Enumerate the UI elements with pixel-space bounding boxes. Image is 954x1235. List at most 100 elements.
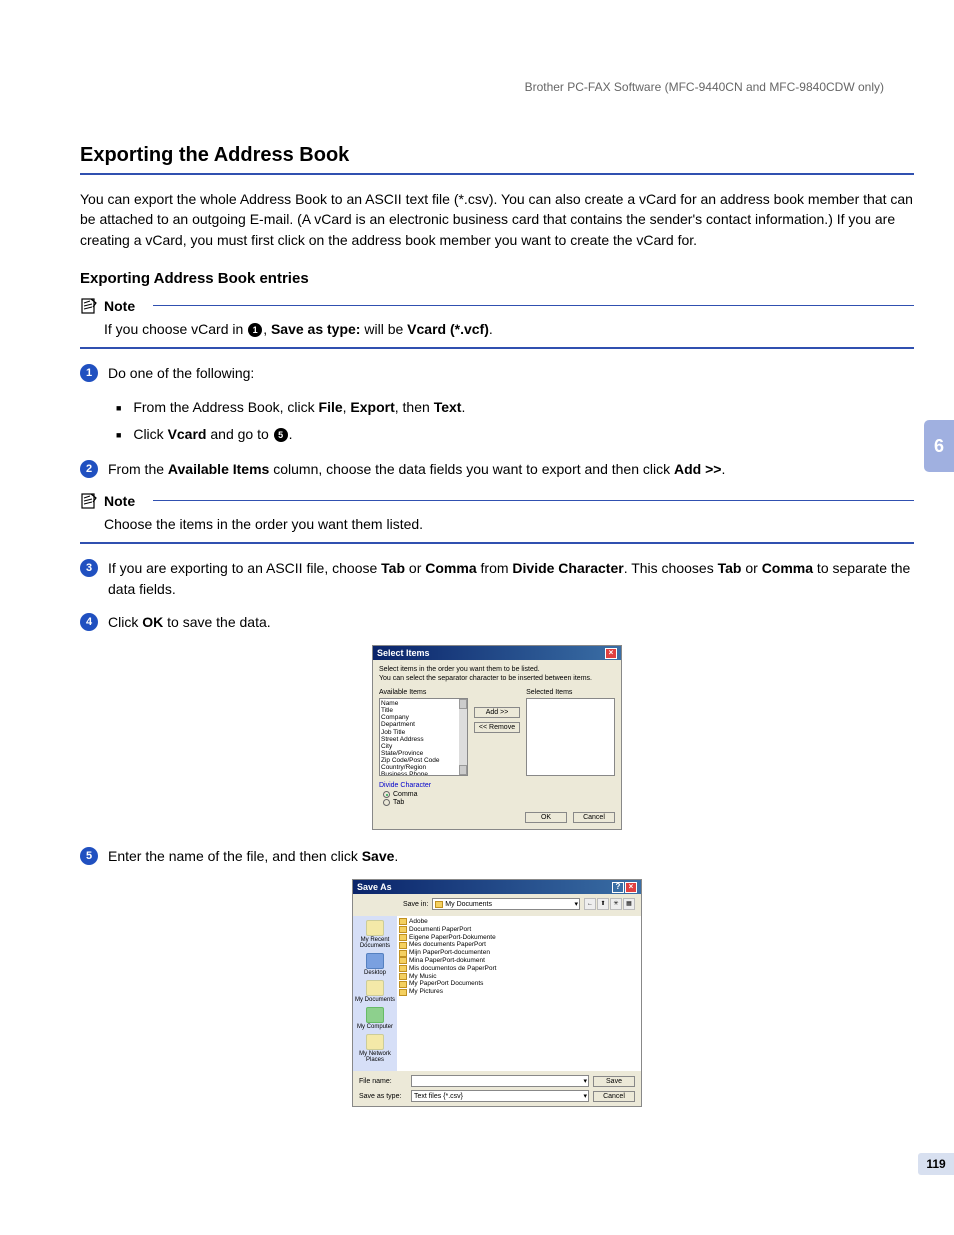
- step-1: 1 Do one of the following:: [80, 363, 914, 384]
- available-items-list[interactable]: NameTitleCompanyDepartmentJob TitleStree…: [379, 698, 468, 776]
- step-1-bullet-2: Click Vcard and go to 5.: [116, 423, 914, 445]
- new-folder-icon[interactable]: ✳: [610, 898, 622, 910]
- folder-icon: [366, 953, 384, 969]
- cancel-button[interactable]: Cancel: [573, 812, 615, 823]
- list-item[interactable]: My Pictures: [399, 988, 639, 996]
- step-text: Do one of the following:: [108, 363, 254, 384]
- list-item[interactable]: Company: [381, 714, 466, 721]
- step-4: 4 Click OK to save the data.: [80, 612, 914, 633]
- intro-paragraph: You can export the whole Address Book to…: [80, 189, 914, 250]
- folder-icon: [399, 989, 407, 996]
- save-as-type-label: Save as type:: [359, 1093, 407, 1100]
- list-item[interactable]: My Music: [399, 973, 639, 981]
- list-item[interactable]: Job Title: [381, 729, 466, 736]
- sidebar-item[interactable]: My Computer: [355, 1007, 395, 1030]
- divide-character-group: Divide Character Comma Tab: [379, 782, 615, 806]
- save-as-type-dropdown[interactable]: Text files {*.csv}: [411, 1090, 589, 1102]
- step-number-icon: 3: [80, 559, 98, 577]
- radio-tab[interactable]: Tab: [383, 799, 615, 806]
- selected-items-list[interactable]: [526, 698, 615, 776]
- note-rule: [153, 500, 914, 501]
- up-icon[interactable]: ⬆: [597, 898, 609, 910]
- page-header: Brother PC-FAX Software (MFC-9440CN and …: [80, 80, 914, 94]
- ok-button[interactable]: OK: [525, 812, 567, 823]
- step-2: 2 From the Available Items column, choos…: [80, 459, 914, 480]
- sidebar-item[interactable]: My Documents: [355, 980, 395, 1003]
- list-item[interactable]: Title: [381, 707, 466, 714]
- radio-comma[interactable]: Comma: [383, 791, 615, 798]
- sidebar-item[interactable]: Desktop: [355, 953, 395, 976]
- close-icon[interactable]: ×: [625, 882, 637, 893]
- step-text: Click OK to save the data.: [108, 612, 271, 633]
- step-text: If you are exporting to an ASCII file, c…: [108, 558, 914, 600]
- list-item[interactable]: State/Province: [381, 750, 466, 757]
- cancel-button[interactable]: Cancel: [593, 1091, 635, 1102]
- add-button[interactable]: Add >>: [474, 707, 520, 718]
- file-list-area[interactable]: AdobeDocumenti PaperPortEigene PaperPort…: [397, 916, 641, 1071]
- close-icon[interactable]: ×: [605, 648, 617, 659]
- list-item[interactable]: My PaperPort Documents: [399, 980, 639, 988]
- divider: [80, 542, 914, 544]
- step-5: 5 Enter the name of the file, and then c…: [80, 846, 914, 867]
- heading-2: Exporting Address Book entries: [80, 270, 914, 287]
- note-block: Note If you choose vCard in 1, Save as t…: [80, 297, 914, 339]
- list-item[interactable]: Business Phone: [381, 771, 466, 776]
- page-number: 119: [918, 1153, 954, 1175]
- note-title: Note: [104, 298, 135, 314]
- step-text: Enter the name of the file, and then cli…: [108, 846, 398, 867]
- step-number-icon: 2: [80, 460, 98, 478]
- list-item[interactable]: Country/Region: [381, 764, 466, 771]
- divider: [80, 347, 914, 349]
- folder-icon: [399, 942, 407, 949]
- dialog-title: Select Items: [377, 648, 430, 658]
- save-button[interactable]: Save: [593, 1076, 635, 1087]
- step-text: From the Available Items column, choose …: [108, 459, 725, 480]
- note-title: Note: [104, 493, 135, 509]
- note-rule: [153, 305, 914, 306]
- save-in-dropdown[interactable]: My Documents: [432, 898, 580, 910]
- folder-icon: [399, 981, 407, 988]
- views-icon[interactable]: ▦: [623, 898, 635, 910]
- step-3: 3 If you are exporting to an ASCII file,…: [80, 558, 914, 600]
- folder-icon: [399, 926, 407, 933]
- folder-icon: [366, 1034, 384, 1050]
- list-item[interactable]: Department: [381, 721, 466, 728]
- inline-step-ref-icon: 1: [248, 323, 262, 337]
- folder-icon: [399, 973, 407, 980]
- help-icon[interactable]: ?: [612, 882, 624, 893]
- inline-step-ref-icon: 5: [274, 428, 288, 442]
- note-icon: [80, 297, 98, 315]
- divide-character-title: Divide Character: [379, 782, 615, 789]
- save-in-label: Save in:: [403, 901, 428, 908]
- back-icon[interactable]: ←: [584, 898, 596, 910]
- heading-1: Exporting the Address Book: [80, 144, 914, 167]
- list-item[interactable]: City: [381, 743, 466, 750]
- step-number-icon: 5: [80, 847, 98, 865]
- file-name-label: File name:: [359, 1078, 407, 1085]
- list-item[interactable]: Name: [381, 700, 466, 707]
- sidebar-item[interactable]: My Recent Documents: [355, 920, 395, 949]
- note-body: Choose the items in the order you want t…: [104, 514, 914, 534]
- remove-button[interactable]: << Remove: [474, 722, 520, 733]
- step-1-bullet-1: From the Address Book, click File, Expor…: [116, 396, 914, 418]
- list-item[interactable]: Mijn PaperPort-documenten: [399, 949, 639, 957]
- list-item[interactable]: Documenti PaperPort: [399, 926, 639, 934]
- file-name-input[interactable]: [411, 1075, 589, 1087]
- folder-icon: [366, 980, 384, 996]
- list-item[interactable]: Mes documents PaperPort: [399, 941, 639, 949]
- list-item[interactable]: Street Address: [381, 736, 466, 743]
- dialog-instruction: Select items in the order you want them …: [379, 666, 615, 683]
- folder-icon: [399, 965, 407, 972]
- dialog-title: Save As: [357, 882, 392, 892]
- folder-icon: [399, 957, 407, 964]
- folder-icon: [399, 934, 407, 941]
- list-item[interactable]: Zip Code/Post Code: [381, 757, 466, 764]
- scrollbar[interactable]: [459, 699, 467, 775]
- save-sidebar: My Recent Documents Desktop My Documents My…: [353, 916, 397, 1071]
- list-item[interactable]: Eigene PaperPort-Dokumente: [399, 934, 639, 942]
- list-item[interactable]: Mis documentos de PaperPort: [399, 965, 639, 973]
- list-item[interactable]: Adobe: [399, 918, 639, 926]
- folder-icon: [399, 918, 407, 925]
- list-item[interactable]: Mina PaperPort-dokument: [399, 957, 639, 965]
- sidebar-item[interactable]: My Network Places: [355, 1034, 395, 1063]
